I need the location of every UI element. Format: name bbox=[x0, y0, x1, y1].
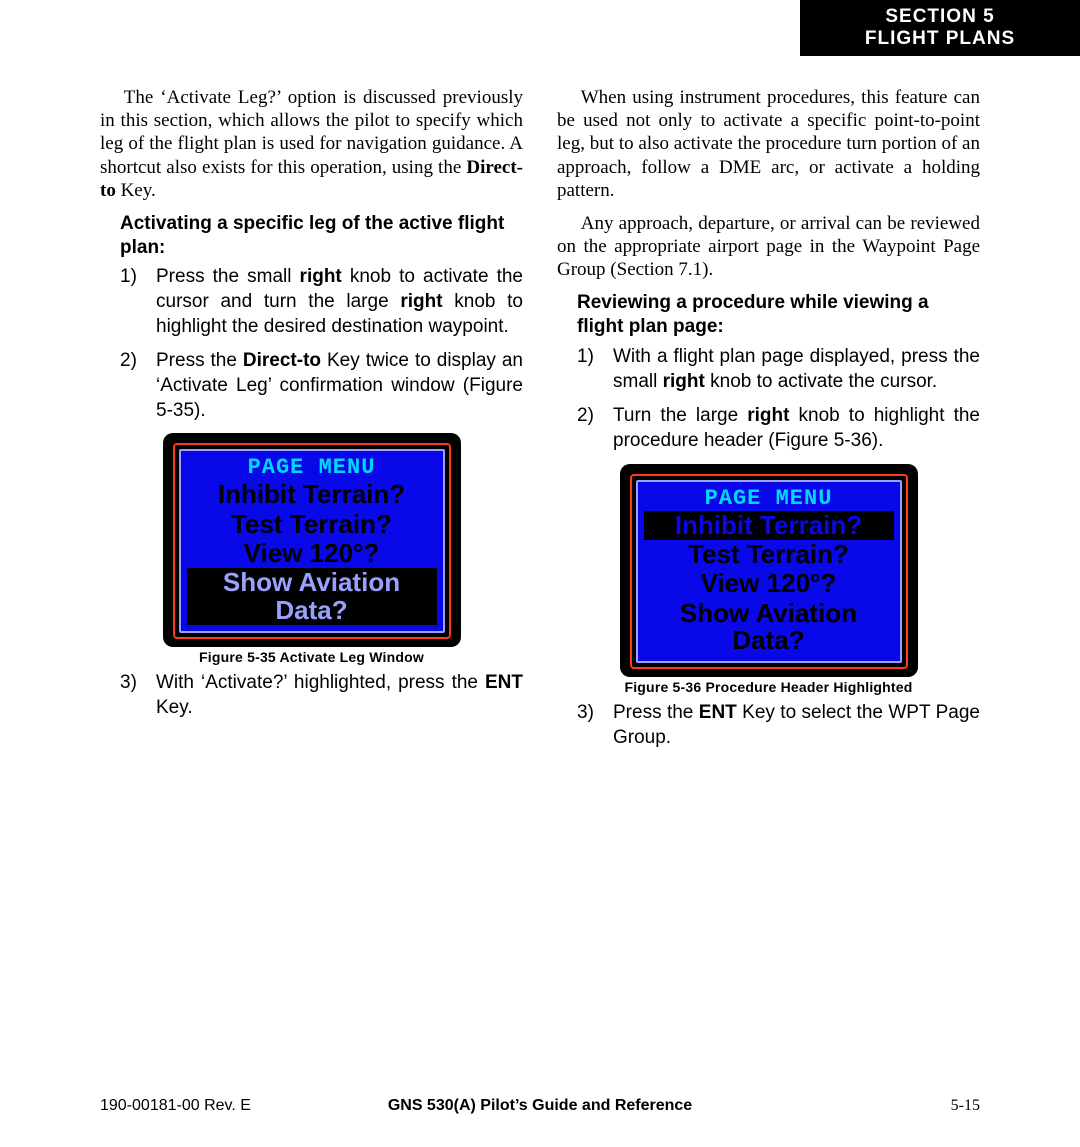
right-para-1: When using instrument procedures, this f… bbox=[557, 86, 980, 202]
section-tab: SECTION 5 FLIGHT PLANS bbox=[800, 0, 1080, 56]
figure-caption: Figure 5-36 Procedure Header Highlighted bbox=[557, 679, 980, 695]
right-steps: 1) With a flight plan page displayed, pr… bbox=[577, 345, 980, 454]
menu-item: Test Terrain? bbox=[644, 540, 894, 569]
figure-5-36: PAGE MENU Inhibit Terrain? Test Terrain?… bbox=[557, 464, 980, 695]
menu-title: PAGE MENU bbox=[644, 486, 894, 511]
section-line1: SECTION 5 bbox=[800, 6, 1080, 28]
menu-item: Inhibit Terrain? bbox=[187, 480, 437, 509]
list-item: 1) With a flight plan page displayed, pr… bbox=[577, 345, 980, 394]
list-item: 3) With ‘Activate?’ highlighted, press t… bbox=[120, 671, 523, 720]
footer-title: GNS 530(A) Pilot’s Guide and Reference bbox=[388, 1097, 692, 1114]
menu-item-selected: Inhibit Terrain? bbox=[644, 511, 894, 540]
left-steps: 1) Press the small right knob to activat… bbox=[120, 265, 523, 423]
right-para-2: Any approach, departure, or arrival can … bbox=[557, 212, 980, 282]
menu-item: View 120°? bbox=[187, 539, 437, 568]
left-heading: Activating a specific leg of the active … bbox=[120, 212, 523, 260]
right-steps-cont: 3) Press the ENT Key to select the WPT P… bbox=[577, 701, 980, 750]
menu-item: View 120°? bbox=[644, 569, 894, 598]
left-steps-cont: 3) With ‘Activate?’ highlighted, press t… bbox=[120, 671, 523, 720]
menu-item: Show Aviation Data? bbox=[644, 599, 894, 656]
list-item: 2) Turn the large right knob to highligh… bbox=[577, 404, 980, 453]
menu-title: PAGE MENU bbox=[187, 455, 437, 480]
left-para-1: The ‘Activate Leg?’ option is discussed … bbox=[100, 86, 523, 202]
gps-device-screen: PAGE MENU Inhibit Terrain? Test Terrain?… bbox=[620, 464, 918, 677]
right-heading: Reviewing a procedure while viewing a fl… bbox=[577, 291, 980, 339]
list-item: 1) Press the small right knob to activat… bbox=[120, 265, 523, 339]
list-item: 3) Press the ENT Key to select the WPT P… bbox=[577, 701, 980, 750]
figure-5-35: PAGE MENU Inhibit Terrain? Test Terrain?… bbox=[100, 433, 523, 664]
menu-item-selected: Show Aviation Data? bbox=[187, 568, 437, 625]
left-column: The ‘Activate Leg?’ option is discussed … bbox=[100, 86, 523, 760]
page-footer: 190-00181-00 Rev. E 5-15 GNS 530(A) Pilo… bbox=[100, 1097, 980, 1115]
menu-item: Test Terrain? bbox=[187, 510, 437, 539]
page: SECTION 5 FLIGHT PLANS The ‘Activate Leg… bbox=[0, 0, 1080, 1147]
list-item: 2) Press the Direct-to Key twice to disp… bbox=[120, 349, 523, 423]
gps-device-screen: PAGE MENU Inhibit Terrain? Test Terrain?… bbox=[163, 433, 461, 646]
figure-caption: Figure 5-35 Activate Leg Window bbox=[100, 649, 523, 665]
right-column: When using instrument procedures, this f… bbox=[557, 86, 980, 760]
section-line2: FLIGHT PLANS bbox=[800, 28, 1080, 50]
